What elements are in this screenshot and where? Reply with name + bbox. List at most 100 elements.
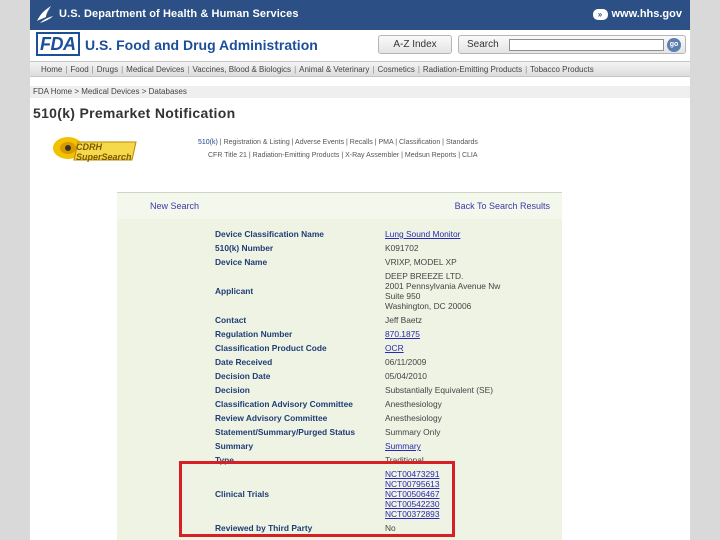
detail-row: Classification Product Code OCR xyxy=(117,343,562,353)
detail-value: VRIXP, MODEL XP xyxy=(385,257,457,267)
detail-value: DEEP BREEZE LTD. 2001 Pennsylvania Avenue… xyxy=(385,271,500,311)
hhs-site-link[interactable]: » www.hhs.gov xyxy=(592,8,683,20)
hhs-site-label: www.hhs.gov xyxy=(611,8,683,20)
fda-header: FDA U.S. Food and Drug Administration A-… xyxy=(30,30,690,60)
detail-value: Summary Only xyxy=(385,427,440,437)
detail-row: Decision Substantially Equivalent (SE) xyxy=(117,385,562,395)
detail-label: Decision Date xyxy=(215,371,271,381)
detail-label: Statement/Summary/Purged Status xyxy=(215,427,356,437)
nav-item-tobacco-products[interactable]: Tobacco Products xyxy=(527,65,597,74)
back-to-results-link[interactable]: Back To Search Results xyxy=(455,201,550,211)
db-link-clia[interactable]: CLIA xyxy=(462,152,478,159)
detail-value-text: Washington, DC 20006 xyxy=(385,301,472,311)
detail-row: Review Advisory Committee Anesthesiology xyxy=(117,413,562,423)
nav-item-cosmetics[interactable]: Cosmetics xyxy=(374,65,417,74)
db-link-adverse-events[interactable]: Adverse Events xyxy=(295,139,344,146)
detail-value: Anesthesiology xyxy=(385,413,442,423)
detail-value-text: Substantially Equivalent (SE) xyxy=(385,385,493,395)
detail-label: Classification Product Code xyxy=(215,343,327,353)
detail-label: Regulation Number xyxy=(215,329,293,339)
database-links-row-1: 510(k) | Registration & Listing | Advers… xyxy=(198,139,478,146)
detail-value-text: K091702 xyxy=(385,243,419,253)
detail-row: Summary Summary xyxy=(117,441,562,451)
detail-label: Device Name xyxy=(215,257,268,267)
detail-row: Decision Date 05/04/2010 xyxy=(117,371,562,381)
nav-item-animal-veterinary[interactable]: Animal & Veterinary xyxy=(296,65,372,74)
detail-label: Classification Advisory Committee xyxy=(215,399,353,409)
detail-value-text: Jeff Baetz xyxy=(385,315,423,325)
detail-value-text: Anesthesiology xyxy=(385,413,442,423)
nav-item-radiation-emitting-products[interactable]: Radiation-Emitting Products xyxy=(420,65,525,74)
detail-value: OCR xyxy=(385,343,404,353)
page-title: 510(k) Premarket Notification xyxy=(33,105,236,121)
detail-value: 05/04/2010 xyxy=(385,371,427,381)
db-link-classification[interactable]: Classification xyxy=(399,139,440,146)
fda-logo[interactable]: FDA xyxy=(36,32,80,56)
main-nav: Home | Food | Drugs | Medical Devices | Vaccines… xyxy=(30,61,690,77)
db-link-standards[interactable]: Standards xyxy=(446,139,478,146)
nav-item-home[interactable]: Home xyxy=(38,65,65,74)
detail-value: Jeff Baetz xyxy=(385,315,422,325)
db-link-cfr-title-21[interactable]: CFR Title 21 xyxy=(208,152,247,159)
db-link-registration-listing[interactable]: Registration & Listing xyxy=(224,139,290,146)
detail-row: Device Name VRIXP, MODEL XP xyxy=(117,257,562,267)
detail-label: Device Classification Name xyxy=(215,229,324,239)
detail-value-text: 06/11/2009 xyxy=(385,357,427,367)
detail-value-text: Anesthesiology xyxy=(385,399,442,409)
detail-row: Statement/Summary/Purged Status Summary O… xyxy=(117,427,562,437)
db-link-radiation-emitting-products[interactable]: Radiation-Emitting Products xyxy=(253,152,340,159)
detail-value-text: VRIXP, MODEL XP xyxy=(385,257,457,267)
hhs-title[interactable]: U.S. Department of Health & Human Servic… xyxy=(59,8,299,20)
detail-label: Contact xyxy=(215,315,247,325)
db-link-recalls[interactable]: Recalls xyxy=(350,139,373,146)
detail-value: Substantially Equivalent (SE) xyxy=(385,385,493,395)
nav-item-drugs[interactable]: Drugs xyxy=(94,65,121,74)
page: U.S. Department of Health & Human Servic… xyxy=(30,0,690,540)
detail-value-link[interactable]: Lung Sound Monitor xyxy=(385,229,460,239)
detail-value-link[interactable]: OCR xyxy=(385,343,404,353)
detail-row: Regulation Number 870.1875 xyxy=(117,329,562,339)
detail-value-text: 05/04/2010 xyxy=(385,371,427,381)
detail-value-link[interactable]: 870.1875 xyxy=(385,329,420,339)
clinical-trials-highlight-box xyxy=(179,461,455,537)
detail-value-text: 2001 Pennsylvania Avenue Nw xyxy=(385,281,501,291)
search-go-button[interactable]: go xyxy=(667,38,681,52)
detail-row: Applicant DEEP BREEZE LTD. 2001 Pennsylvan… xyxy=(117,271,562,311)
detail-value: Summary xyxy=(385,441,421,451)
nav-item-food[interactable]: Food xyxy=(67,65,91,74)
detail-row: 510(k) Number K091702 xyxy=(117,243,562,253)
detail-value-link[interactable]: Summary xyxy=(385,441,421,451)
detail-value-text: Suite 950 xyxy=(385,291,421,301)
breadcrumb[interactable]: FDA Home > Medical Devices > Databases xyxy=(30,86,690,98)
db-link-x-ray-assembler[interactable]: X-Ray Assembler xyxy=(345,152,399,159)
detail-value: 06/11/2009 xyxy=(385,357,426,367)
detail-value: Anesthesiology xyxy=(385,399,442,409)
arrow-right-icon: » xyxy=(592,8,608,20)
nav-item-medical-devices[interactable]: Medical Devices xyxy=(123,65,187,74)
hhs-eagle-icon[interactable] xyxy=(34,3,56,25)
detail-row: Classification Advisory Committee Anesthe… xyxy=(117,399,562,409)
detail-value: 870.1875 xyxy=(385,329,420,339)
search-label: Search xyxy=(467,39,499,50)
detail-value: K091702 xyxy=(385,243,419,253)
search-input[interactable] xyxy=(509,39,664,51)
hhs-top-bar: U.S. Department of Health & Human Servic… xyxy=(30,0,690,30)
detail-row: Device Classification Name Lung Sound Mon… xyxy=(117,229,562,239)
detail-label: Date Received xyxy=(215,357,273,367)
db-link-pma[interactable]: PMA xyxy=(378,139,393,146)
fda-agency-name[interactable]: U.S. Food and Drug Administration xyxy=(85,37,318,53)
nav-item-vaccines-blood-biologics[interactable]: Vaccines, Blood & Biologics xyxy=(189,65,294,74)
cdrh-supersearch-logo[interactable]: CDRH SuperSearch xyxy=(48,130,138,168)
db-link-510-k[interactable]: 510(k) xyxy=(198,139,218,146)
detail-label: Applicant xyxy=(215,286,254,296)
detail-label: Review Advisory Committee xyxy=(215,413,328,423)
new-search-link[interactable]: New Search xyxy=(150,201,199,211)
detail-value: Lung Sound Monitor xyxy=(385,229,460,239)
az-index-button[interactable]: A-Z Index xyxy=(378,35,452,54)
db-link-medsun-reports[interactable]: Medsun Reports xyxy=(405,152,456,159)
detail-label: Decision xyxy=(215,385,250,395)
detail-row: Contact Jeff Baetz xyxy=(117,315,562,325)
detail-row: Date Received 06/11/2009 xyxy=(117,357,562,367)
detail-label: 510(k) Number xyxy=(215,243,274,253)
detail-value-text: Summary Only xyxy=(385,427,441,437)
